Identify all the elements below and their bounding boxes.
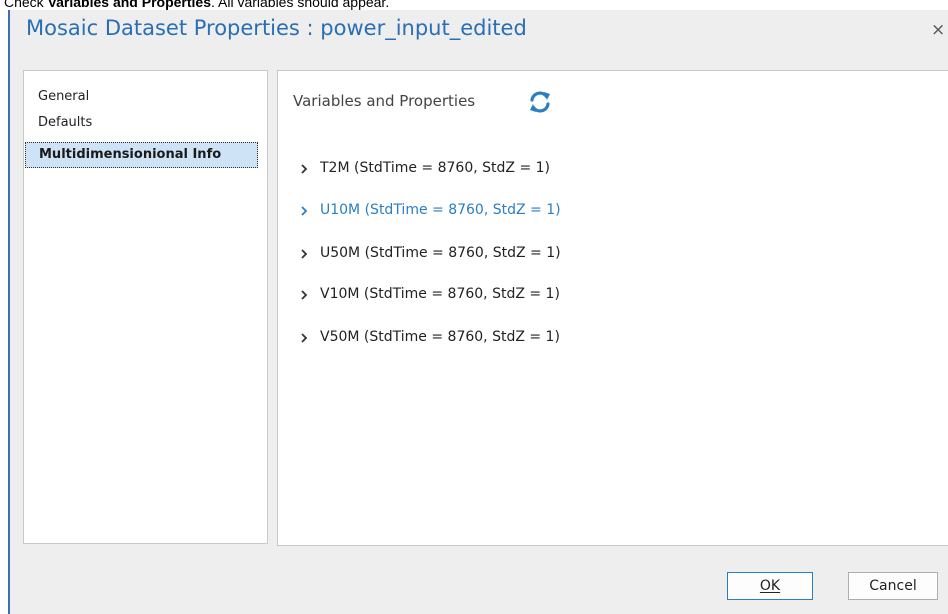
variable-label: U10M (StdTime = 8760, StdZ = 1): [320, 202, 561, 218]
chevron-right-icon[interactable]: [300, 156, 314, 180]
variable-label: T2M (StdTime = 8760, StdZ = 1): [320, 160, 550, 176]
cancel-button[interactable]: Cancel: [848, 572, 938, 600]
nav-item-general[interactable]: General: [25, 84, 258, 110]
chevron-right-icon[interactable]: [300, 198, 314, 222]
variable-item-v50m[interactable]: V50M (StdTime = 8760, StdZ = 1): [300, 325, 560, 349]
ok-button-label: OK: [759, 578, 781, 594]
close-icon[interactable]: ×: [931, 18, 948, 42]
nav-item-defaults[interactable]: Defaults: [25, 110, 258, 136]
property-nav-panel: General Defaults Multidimensionional Inf…: [23, 70, 268, 544]
variables-content-panel: Variables and Properties T2M (StdTime = …: [277, 70, 948, 546]
variable-label: V50M (StdTime = 8760, StdZ = 1): [320, 329, 560, 345]
variable-item-u10m[interactable]: U10M (StdTime = 8760, StdZ = 1): [300, 198, 561, 222]
variable-label: U50M (StdTime = 8760, StdZ = 1): [320, 245, 561, 261]
chevron-right-icon[interactable]: [300, 282, 314, 306]
variable-label: V10M (StdTime = 8760, StdZ = 1): [320, 286, 560, 302]
chevron-right-icon[interactable]: [300, 325, 314, 349]
instruction-caption: Check Variables and Properties. All vari…: [4, 0, 389, 10]
caption-suffix: . All variables should appear.: [210, 0, 390, 10]
ok-button[interactable]: OK: [727, 572, 813, 600]
mosaic-dataset-properties-dialog: Mosaic Dataset Properties : power_input_…: [10, 10, 948, 614]
caption-prefix: Check: [4, 0, 48, 10]
caption-bold-text: Variables and Properties: [47, 0, 211, 10]
variable-item-t2m[interactable]: T2M (StdTime = 8760, StdZ = 1): [300, 156, 550, 180]
dialog-title: Mosaic Dataset Properties : power_input_…: [26, 16, 527, 40]
cancel-button-label: Cancel: [869, 578, 917, 594]
refresh-icon[interactable]: [528, 90, 552, 114]
nav-item-multidimensional-info[interactable]: Multidimensionional Info: [25, 142, 258, 168]
chevron-right-icon[interactable]: [300, 241, 314, 265]
variable-item-v10m[interactable]: V10M (StdTime = 8760, StdZ = 1): [300, 282, 560, 306]
section-title: Variables and Properties: [293, 92, 476, 110]
variable-item-u50m[interactable]: U50M (StdTime = 8760, StdZ = 1): [300, 241, 561, 265]
